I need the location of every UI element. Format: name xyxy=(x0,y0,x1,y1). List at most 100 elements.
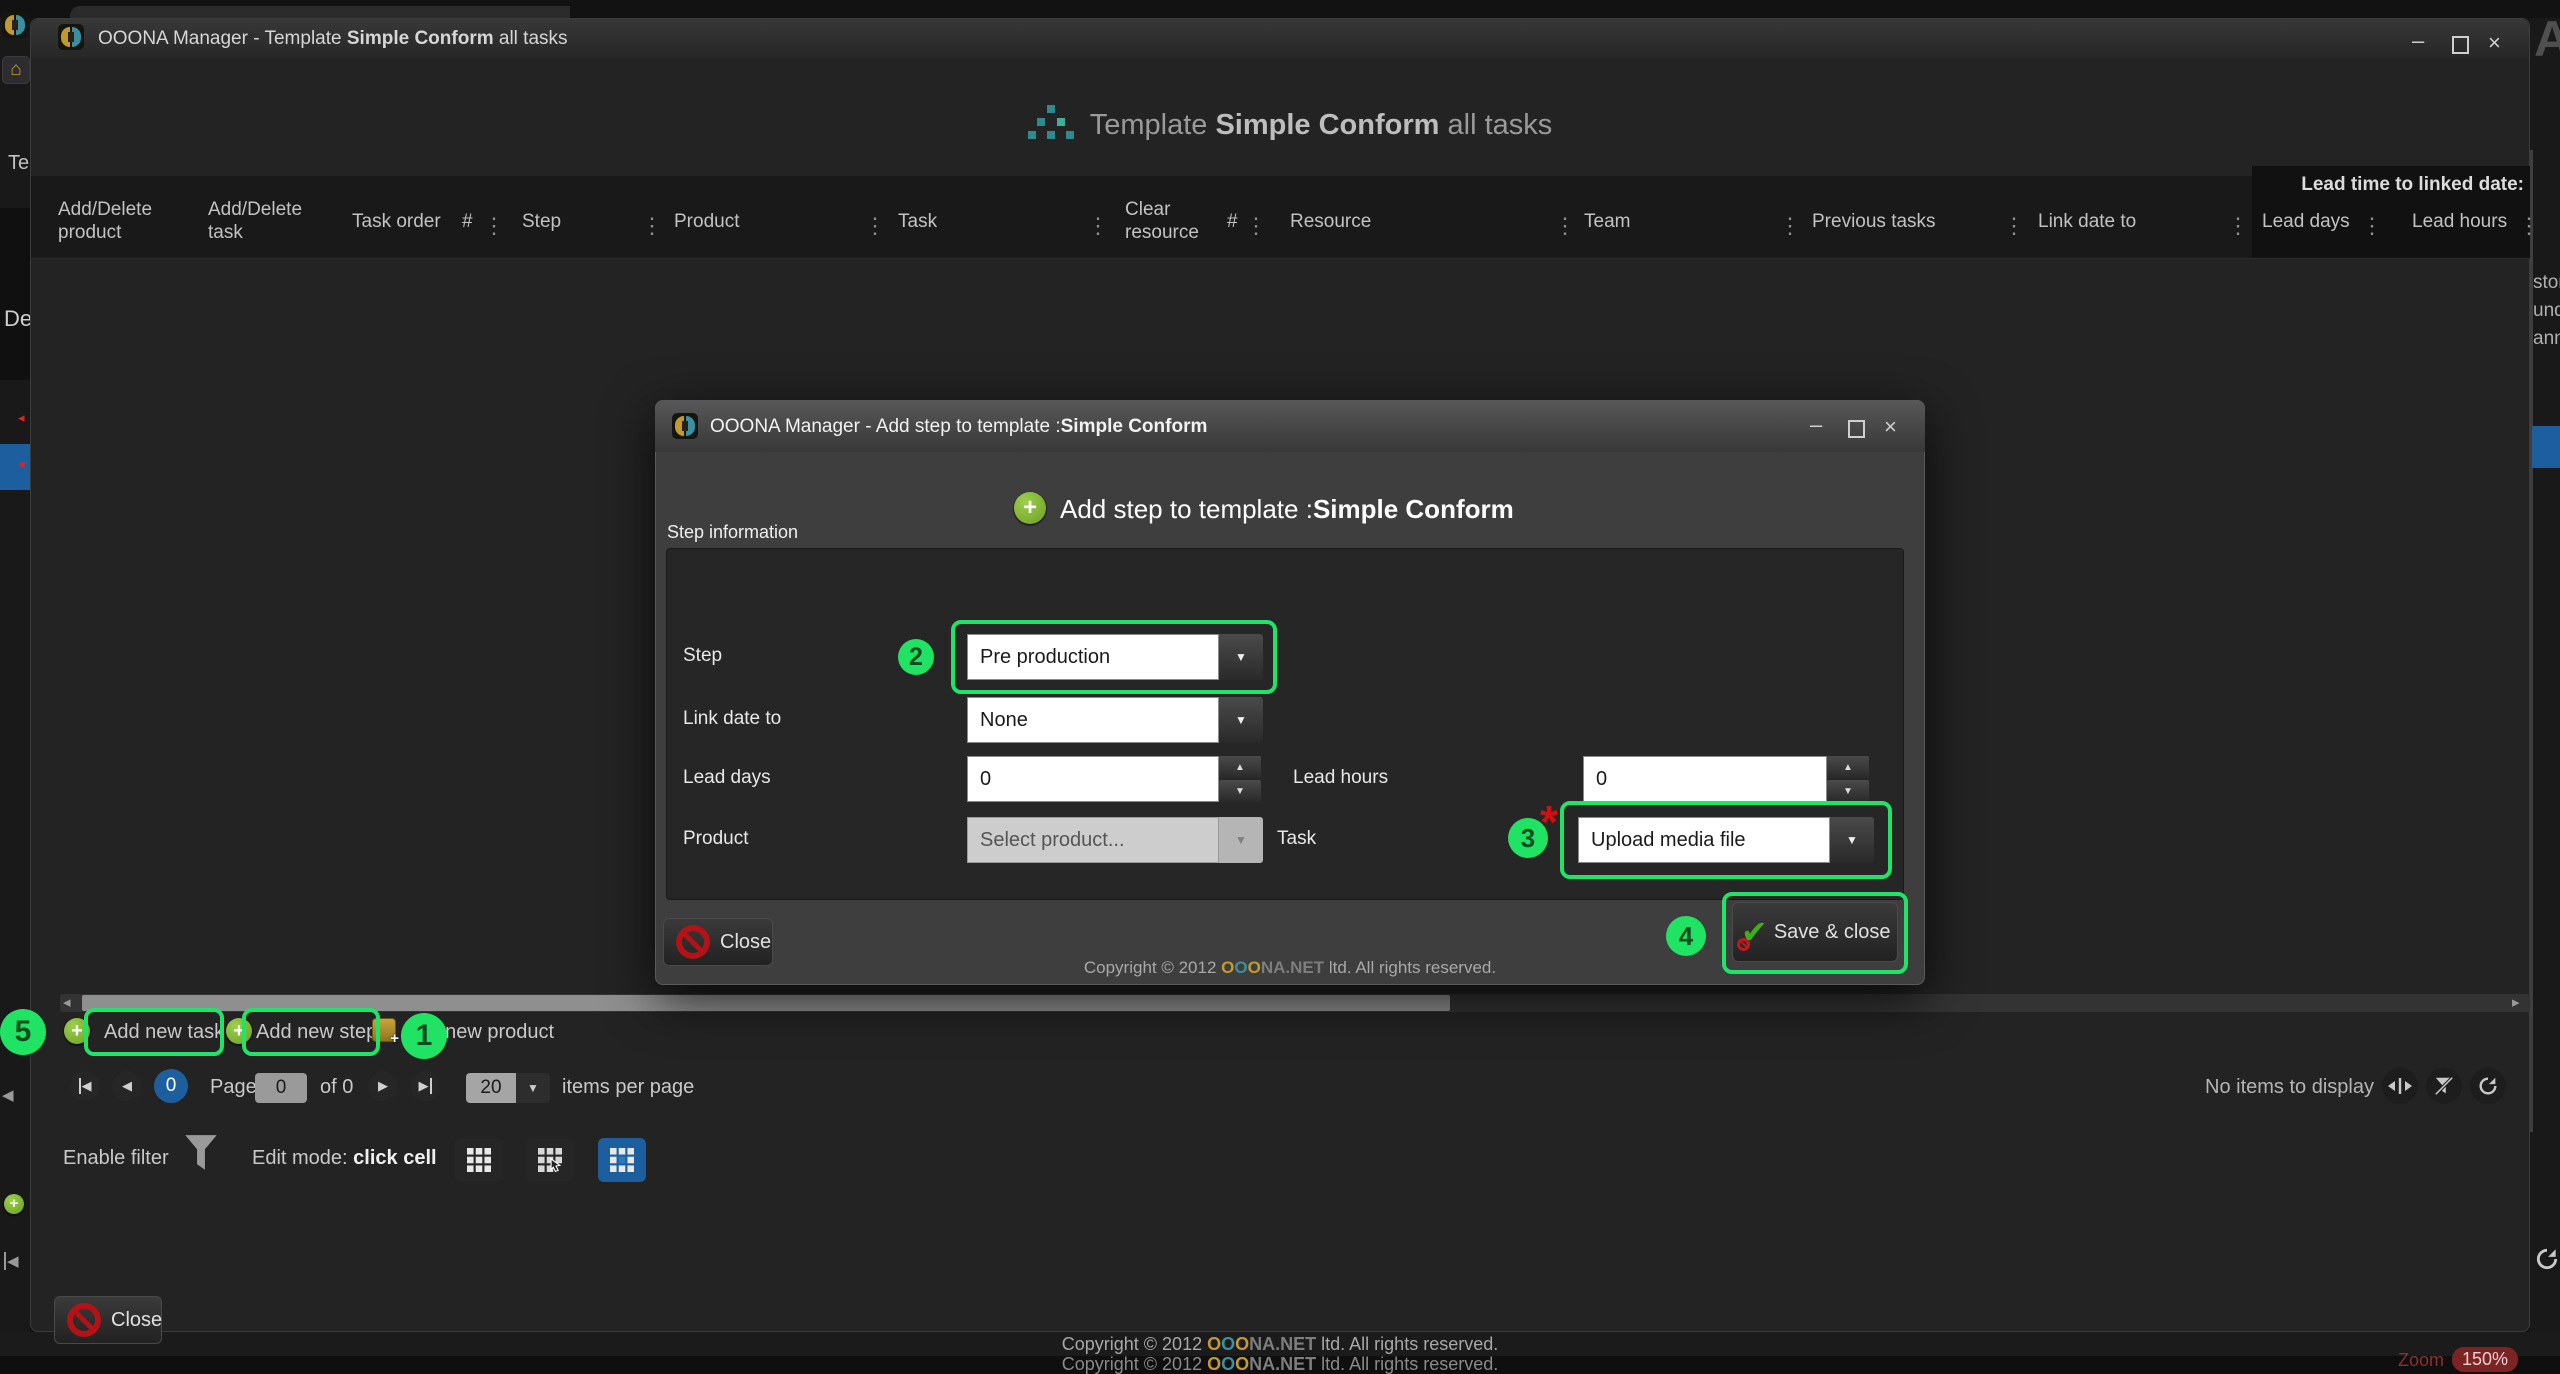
background-logo-icon xyxy=(2,12,28,38)
grid-cell-mode-button-selected[interactable] xyxy=(598,1138,646,1182)
scroll-right-icon[interactable]: ▸ xyxy=(2512,995,2520,1011)
stepper-down-icon[interactable]: ▼ xyxy=(1219,780,1261,802)
annotation-badge-2: 2 xyxy=(898,639,934,675)
column-menu-icon[interactable]: ⋮ xyxy=(1779,215,1801,237)
column-header-link-date-to[interactable]: Link date to xyxy=(2038,190,2223,252)
refresh-button[interactable] xyxy=(2470,1068,2506,1104)
page-heading: Template Simple Conform all tasks xyxy=(780,102,1800,148)
clear-filter-button[interactable] xyxy=(2426,1068,2462,1104)
page-label: Page xyxy=(210,1076,257,1099)
link-date-dropdown-arrow-icon[interactable]: ▼ xyxy=(1219,697,1263,743)
first-page-button[interactable]: ◀ xyxy=(70,1071,100,1101)
product-select-disabled: Select product... ▼ xyxy=(967,817,1263,863)
product-select-placeholder: Select product... xyxy=(967,817,1219,863)
minimize-button[interactable]: – xyxy=(2412,30,2424,52)
dialog-cancel-label: Close xyxy=(720,931,771,954)
column-menu-icon[interactable]: ⋮ xyxy=(2003,215,2025,237)
column-header-lead-hours[interactable]: Lead hours xyxy=(2412,190,2516,252)
lead-days-stepper[interactable]: ▲▼ xyxy=(1219,756,1261,802)
column-header-product[interactable]: Product xyxy=(674,190,859,252)
column-header-hash-2[interactable]: # xyxy=(1227,190,1243,252)
dialog-heading: Add step to template :Simple Conform xyxy=(1060,494,1514,525)
copyright-line-1: Copyright © 2012 OOONA.NET ltd. All righ… xyxy=(0,1334,2560,1355)
page-of-label: of 0 xyxy=(320,1076,353,1099)
annotation-outline-add-task xyxy=(84,1008,224,1056)
background-refresh-icon xyxy=(2534,1246,2560,1277)
column-menu-icon[interactable]: ⋮ xyxy=(1245,215,1267,237)
annotation-outline-save xyxy=(1722,892,1908,974)
filter-funnel-icon[interactable] xyxy=(182,1132,220,1181)
link-date-select[interactable]: None ▼ xyxy=(967,697,1263,743)
background-left-edge: ⌂ Te Del ◂ ◂ ◀ + ◀ xyxy=(0,18,30,1356)
task-field-label: Task xyxy=(1277,828,1316,850)
last-page-button[interactable]: ▶ xyxy=(410,1071,440,1101)
no-items-message: No items to display xyxy=(2205,1076,2374,1099)
column-header-previous-tasks[interactable]: Previous tasks xyxy=(1812,190,2000,252)
column-header-team[interactable]: Team xyxy=(1584,190,1774,252)
link-date-select-value: None xyxy=(967,697,1219,743)
page-title: Template Simple Conform all tasks xyxy=(1090,109,1553,142)
column-header-add-delete-task[interactable]: Add/Delete task xyxy=(208,190,308,252)
maximize-button[interactable] xyxy=(2452,36,2469,54)
no-entry-icon xyxy=(67,1303,101,1337)
column-header-clear-resource[interactable]: Clear resource xyxy=(1125,190,1205,252)
items-per-page-label: items per page xyxy=(562,1076,694,1099)
zoom-level-badge[interactable]: 150% xyxy=(2452,1347,2518,1372)
column-header-step[interactable]: Step xyxy=(522,190,637,252)
product-field-label: Product xyxy=(683,828,748,850)
grid-view-button[interactable] xyxy=(455,1138,503,1182)
grid-click-mode-button[interactable] xyxy=(526,1138,574,1182)
column-header-task[interactable]: Task xyxy=(898,190,1083,252)
step-field-label: Step xyxy=(683,645,722,667)
app-logo-icon xyxy=(58,24,84,50)
column-menu-icon[interactable]: ⋮ xyxy=(1554,215,1576,237)
lead-hours-input[interactable]: 0 ▲▼ xyxy=(1583,756,1869,802)
page-size-dropdown-icon[interactable]: ▼ xyxy=(516,1073,550,1103)
background-window-divider xyxy=(2530,150,2533,1132)
column-header-add-delete-product[interactable]: Add/Delete product xyxy=(58,190,158,252)
current-page-indicator[interactable]: 0 xyxy=(154,1069,188,1103)
step-information-label: Step information xyxy=(667,522,798,543)
previous-page-button[interactable]: ◀ xyxy=(112,1071,142,1101)
scroll-left-icon[interactable]: ◂ xyxy=(63,995,71,1011)
column-menu-icon[interactable]: ⋮ xyxy=(2361,215,2383,237)
background-left-arrow-icon: ◀ xyxy=(2,1086,14,1104)
required-marker-icon: * xyxy=(1540,812,1558,832)
column-menu-icon[interactable]: ⋮ xyxy=(1087,215,1109,237)
column-header-hash-1[interactable]: # xyxy=(462,190,480,252)
annotation-outline-step xyxy=(951,620,1277,694)
column-menu-icon[interactable]: ⋮ xyxy=(641,215,663,237)
column-header-task-order[interactable]: Task order xyxy=(352,190,460,252)
close-window-button[interactable]: × xyxy=(2488,32,2501,54)
home-icon[interactable]: ⌂ xyxy=(2,56,30,84)
background-text-fragment: anner xyxy=(2533,328,2560,350)
page-size-select[interactable]: 20 xyxy=(466,1073,516,1103)
annotation-outline-task xyxy=(1560,801,1892,879)
column-header-resource[interactable]: Resource xyxy=(1290,190,1550,252)
column-header-lead-days[interactable]: Lead days xyxy=(2262,190,2360,252)
column-menu-icon[interactable]: ⋮ xyxy=(2227,215,2249,237)
dialog-minimize-button[interactable]: – xyxy=(1810,414,1822,436)
dialog-close-button[interactable]: × xyxy=(1884,416,1897,438)
edit-mode-label: Edit mode: click cell xyxy=(252,1147,437,1170)
background-add-icon: + xyxy=(4,1194,24,1214)
fit-columns-button[interactable] xyxy=(2382,1068,2418,1104)
template-tasks-icon xyxy=(1028,105,1074,146)
column-menu-icon[interactable]: ⋮ xyxy=(2518,215,2540,237)
column-menu-icon[interactable]: ⋮ xyxy=(483,215,505,237)
next-page-button[interactable]: ▶ xyxy=(368,1071,398,1101)
footer-close-button[interactable]: Close xyxy=(54,1296,162,1344)
annotation-badge-5: 5 xyxy=(0,1009,46,1055)
lead-hours-stepper[interactable]: ▲▼ xyxy=(1827,756,1869,802)
stepper-down-icon[interactable]: ▼ xyxy=(1827,780,1869,802)
dialog-maximize-button[interactable] xyxy=(1848,420,1865,438)
background-text-fragment: stom xyxy=(2533,272,2560,294)
window-title: OOONA Manager - Template Simple Conform … xyxy=(98,28,568,50)
lead-hours-value: 0 xyxy=(1583,756,1827,802)
stepper-up-icon[interactable]: ▲ xyxy=(1827,756,1869,778)
annotation-badge-1: 1 xyxy=(401,1013,447,1059)
stepper-up-icon[interactable]: ▲ xyxy=(1219,756,1261,778)
page-number-input[interactable]: 0 xyxy=(255,1073,307,1103)
lead-days-input[interactable]: 0 ▲▼ xyxy=(967,756,1261,802)
column-menu-icon[interactable]: ⋮ xyxy=(864,215,886,237)
